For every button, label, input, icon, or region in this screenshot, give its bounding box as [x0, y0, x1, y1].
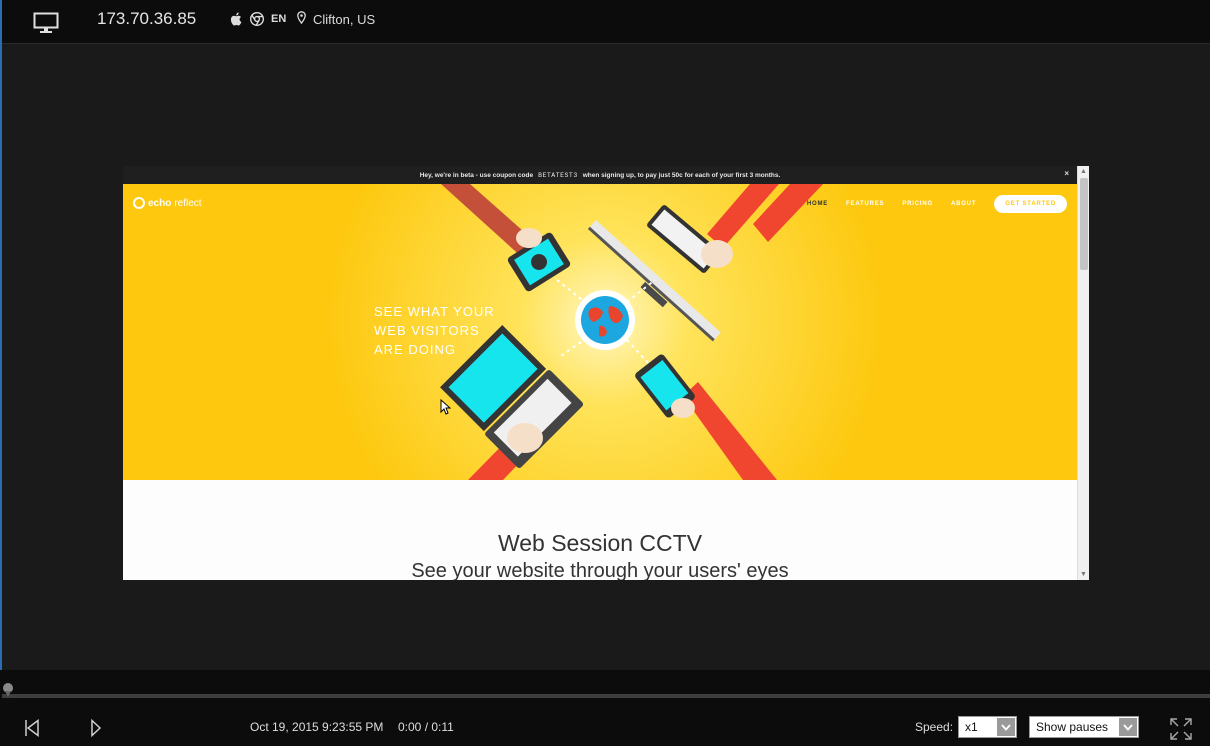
- beta-banner-lead: Hey, we're in beta - use coupon code: [419, 171, 534, 179]
- chevron-down-icon[interactable]: [997, 718, 1015, 736]
- coupon-code: BETATEST3: [538, 171, 578, 179]
- tagline-line: ARE DOING: [374, 342, 456, 357]
- speed-select[interactable]: x1: [958, 716, 1017, 738]
- apple-icon: [230, 12, 243, 31]
- site-scrollbar[interactable]: ▲ ▼: [1077, 166, 1089, 580]
- fullscreen-icon[interactable]: [1169, 717, 1193, 746]
- recorded-website-frame: Hey, we're in beta - use coupon code BET…: [123, 166, 1089, 580]
- beta-banner-tail: when signing up, to pay just 50c for eac…: [582, 171, 781, 179]
- tagline-line: WEB VISITORS: [374, 323, 480, 338]
- player-controls: Oct 19, 2015 9:23:55 PM 0:00 / 0:11 Spee…: [0, 670, 1210, 746]
- beta-close-button[interactable]: ×: [1064, 169, 1069, 178]
- section-heading: Web Session CCTV: [497, 530, 703, 556]
- site-logo[interactable]: echo reflect: [133, 197, 202, 209]
- visitor-location: Clifton, US: [313, 12, 376, 27]
- chrome-icon: [249, 11, 265, 31]
- logo-ring-icon: [133, 197, 145, 209]
- language-code: EN: [271, 13, 287, 25]
- hero-section: echo reflect HOME FEATURES PRICING ABOUT…: [123, 184, 1077, 480]
- session-header: 173.70.36.85 EN Clifton, US: [2, 0, 1210, 44]
- speed-value: x1: [965, 720, 978, 734]
- scrubber-pointer: [5, 691, 11, 697]
- location-pin-icon: [297, 11, 306, 29]
- logo-word-light: reflect: [174, 197, 202, 209]
- tagline-line: SEE WHAT YOUR: [374, 304, 495, 319]
- scroll-thumb[interactable]: [1080, 178, 1088, 270]
- playback-timecode: 0:00 / 0:11: [398, 720, 454, 734]
- monitor-icon: [33, 12, 59, 39]
- site-nav: HOME FEATURES PRICING ABOUT GET STARTED: [807, 195, 1067, 213]
- beta-banner: Hey, we're in beta - use coupon code BET…: [123, 166, 1077, 184]
- section-subheading: See your website through your users' eye…: [411, 560, 789, 580]
- hero-illustration: [123, 184, 1077, 480]
- hero-tagline: SEE WHAT YOUR WEB VISITORS ARE DOING: [374, 302, 495, 359]
- speed-label: Speed:: [915, 720, 954, 734]
- chevron-down-icon[interactable]: [1119, 718, 1137, 736]
- visitor-ip: 173.70.36.85: [97, 9, 197, 28]
- pauses-select[interactable]: Show pauses: [1029, 716, 1139, 738]
- nav-pricing[interactable]: PRICING: [902, 201, 933, 207]
- mouse-cursor-icon: [440, 398, 452, 420]
- scroll-down-icon[interactable]: ▼: [1080, 571, 1087, 578]
- pauses-value: Show pauses: [1036, 720, 1109, 734]
- logo-word-bold: echo: [148, 197, 172, 209]
- nav-about[interactable]: ABOUT: [951, 201, 976, 207]
- skip-to-start-button[interactable]: [24, 719, 40, 742]
- scroll-up-icon[interactable]: ▲: [1080, 168, 1087, 175]
- get-started-button[interactable]: GET STARTED: [994, 195, 1067, 213]
- nav-home[interactable]: HOME: [807, 201, 828, 207]
- nav-features[interactable]: FEATURES: [846, 201, 884, 207]
- intro-section: Web Session CCTV See your website throug…: [123, 480, 1077, 580]
- timeline-track[interactable]: [2, 694, 1210, 698]
- session-datetime: Oct 19, 2015 9:23:55 PM: [250, 720, 384, 734]
- play-button[interactable]: [90, 718, 102, 742]
- session-replay-player: 173.70.36.85 EN Clifton, US Hey, we're i…: [0, 0, 1210, 746]
